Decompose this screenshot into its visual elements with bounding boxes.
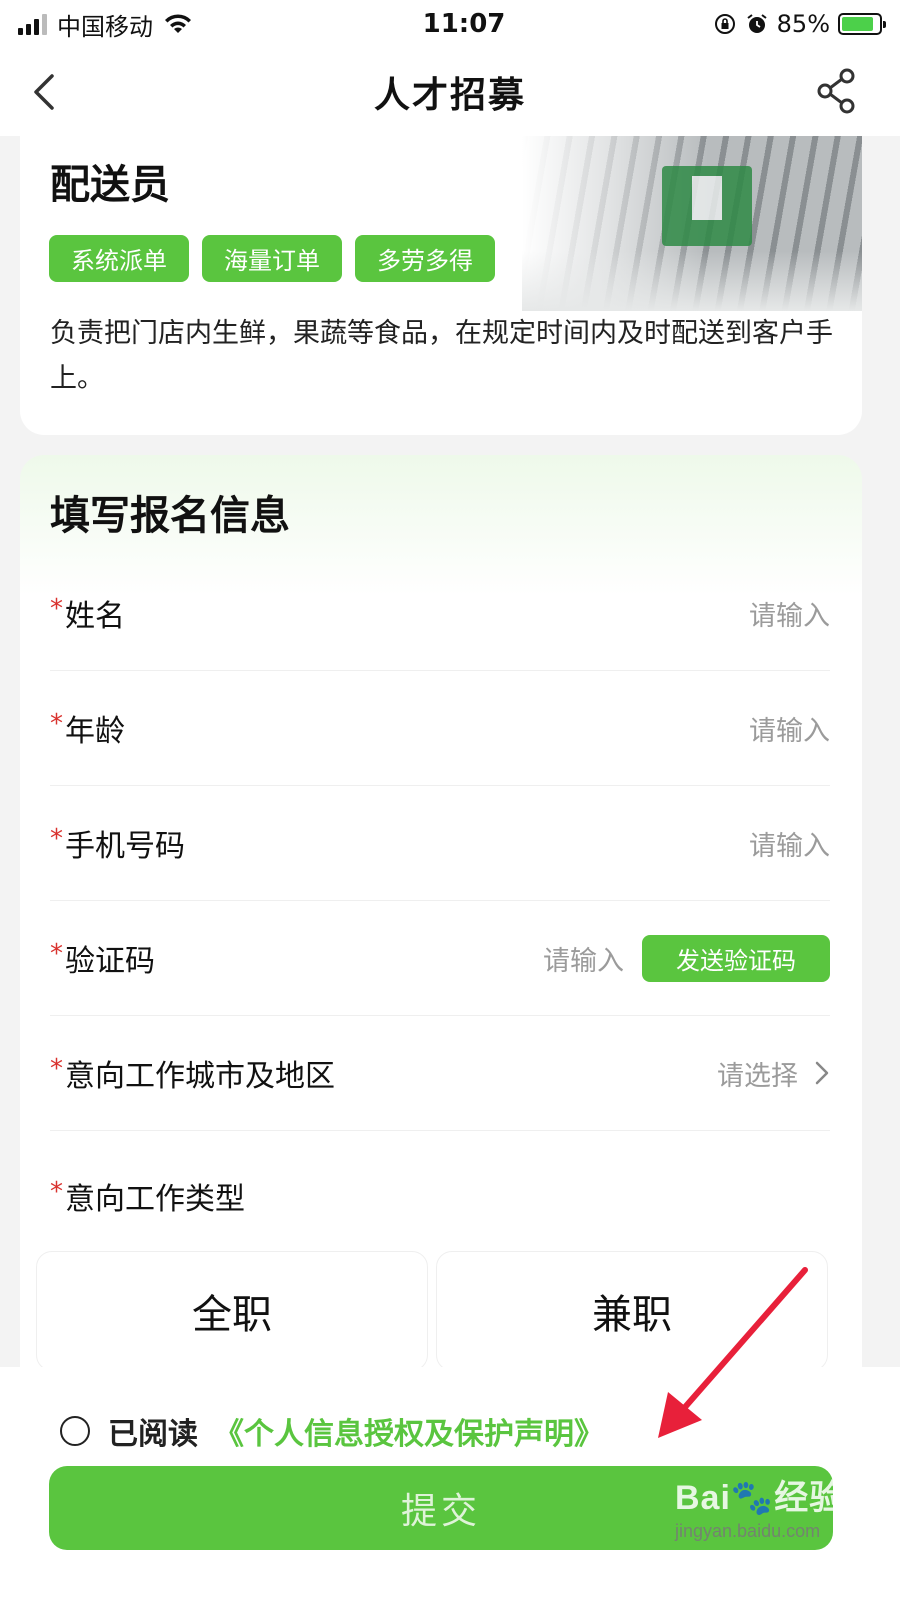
rotation-lock-icon <box>714 14 735 34</box>
delivery-photo <box>522 136 862 311</box>
required-mark: * <box>50 1054 63 1084</box>
privacy-policy-link[interactable]: 《个人信息授权及保护声明》 <box>214 1409 604 1453</box>
verification-code-input[interactable]: 请输入 <box>543 939 624 978</box>
send-code-button[interactable]: 发送验证码 <box>642 934 830 982</box>
battery-percent: 85% <box>776 10 830 38</box>
required-mark: * <box>50 1176 63 1207</box>
field-label: 意向工作类型 <box>65 1181 245 1217</box>
job-tags: 系统派单 海量订单 多劳多得 <box>49 235 495 282</box>
field-label: 姓名 <box>65 599 125 634</box>
age-input[interactable]: 请输入 <box>749 709 830 748</box>
age-field[interactable]: * 年龄 请输入 <box>50 671 830 786</box>
verification-code-field[interactable]: * 验证码 请输入 发送验证码 <box>50 901 830 1016</box>
work-type-field: * 意向工作类型 <box>50 1138 830 1253</box>
alarm-icon <box>747 14 767 33</box>
status-right: 85% <box>562 10 886 38</box>
status-bar: 中国移动 11:07 85% <box>0 0 900 48</box>
agree-radio[interactable] <box>60 1416 90 1446</box>
required-mark: * <box>50 594 63 624</box>
battery-icon <box>838 13 886 35</box>
share-icon[interactable] <box>814 66 860 116</box>
job-card: 配送员 系统派单 海量订单 多劳多得 负责把门店内生鲜，果蔬等食品，在规定时间内… <box>20 136 862 435</box>
chevron-left-icon[interactable] <box>26 70 66 114</box>
job-tag: 系统派单 <box>49 235 189 282</box>
name-field[interactable]: * 姓名 请输入 <box>50 556 830 671</box>
nav-bar: 人才招募 <box>0 48 900 136</box>
page-title: 人才招募 <box>373 75 526 116</box>
required-mark: * <box>50 939 63 969</box>
signal-icon <box>18 13 47 35</box>
agree-label: 已阅读 <box>108 1417 198 1452</box>
baidu-watermark: Bai🐾经验 jingyan.baidu.com <box>675 1470 845 1550</box>
watermark-logo: Bai🐾经验 <box>675 1479 845 1517</box>
field-label: 年龄 <box>65 714 125 749</box>
city-select[interactable]: 请选择 <box>717 1054 798 1093</box>
full-time-option[interactable]: 全职 <box>36 1251 428 1371</box>
job-tag: 多劳多得 <box>355 235 495 282</box>
wifi-icon <box>165 14 191 33</box>
watermark-url: jingyan.baidu.com <box>675 1521 821 1541</box>
required-mark: * <box>50 824 63 854</box>
phone-input[interactable]: 请输入 <box>749 824 830 863</box>
carrier-label: 中国移动 <box>57 12 153 41</box>
job-description: 负责把门店内生鲜，果蔬等食品，在规定时间内及时配送到客户手上。 <box>50 318 833 394</box>
required-mark: * <box>50 709 63 739</box>
status-time: 11:07 <box>422 9 506 39</box>
field-label: 意向工作城市及地区 <box>65 1059 335 1094</box>
agreement-row: 已阅读 《个人信息授权及保护声明》 <box>60 1409 604 1453</box>
job-tag: 海量订单 <box>202 235 342 282</box>
chevron-right-icon <box>815 1061 829 1085</box>
name-input[interactable]: 请输入 <box>749 594 830 633</box>
status-left: 中国移动 <box>18 7 338 42</box>
field-label: 手机号码 <box>65 829 185 864</box>
job-title: 配送员 <box>50 162 170 208</box>
form-title: 填写报名信息 <box>50 493 290 539</box>
field-label: 验证码 <box>65 944 155 979</box>
annotation-arrow-icon <box>658 1267 808 1438</box>
city-field[interactable]: * 意向工作城市及地区 请选择 <box>50 1016 830 1131</box>
phone-field[interactable]: * 手机号码 请输入 <box>50 786 830 901</box>
